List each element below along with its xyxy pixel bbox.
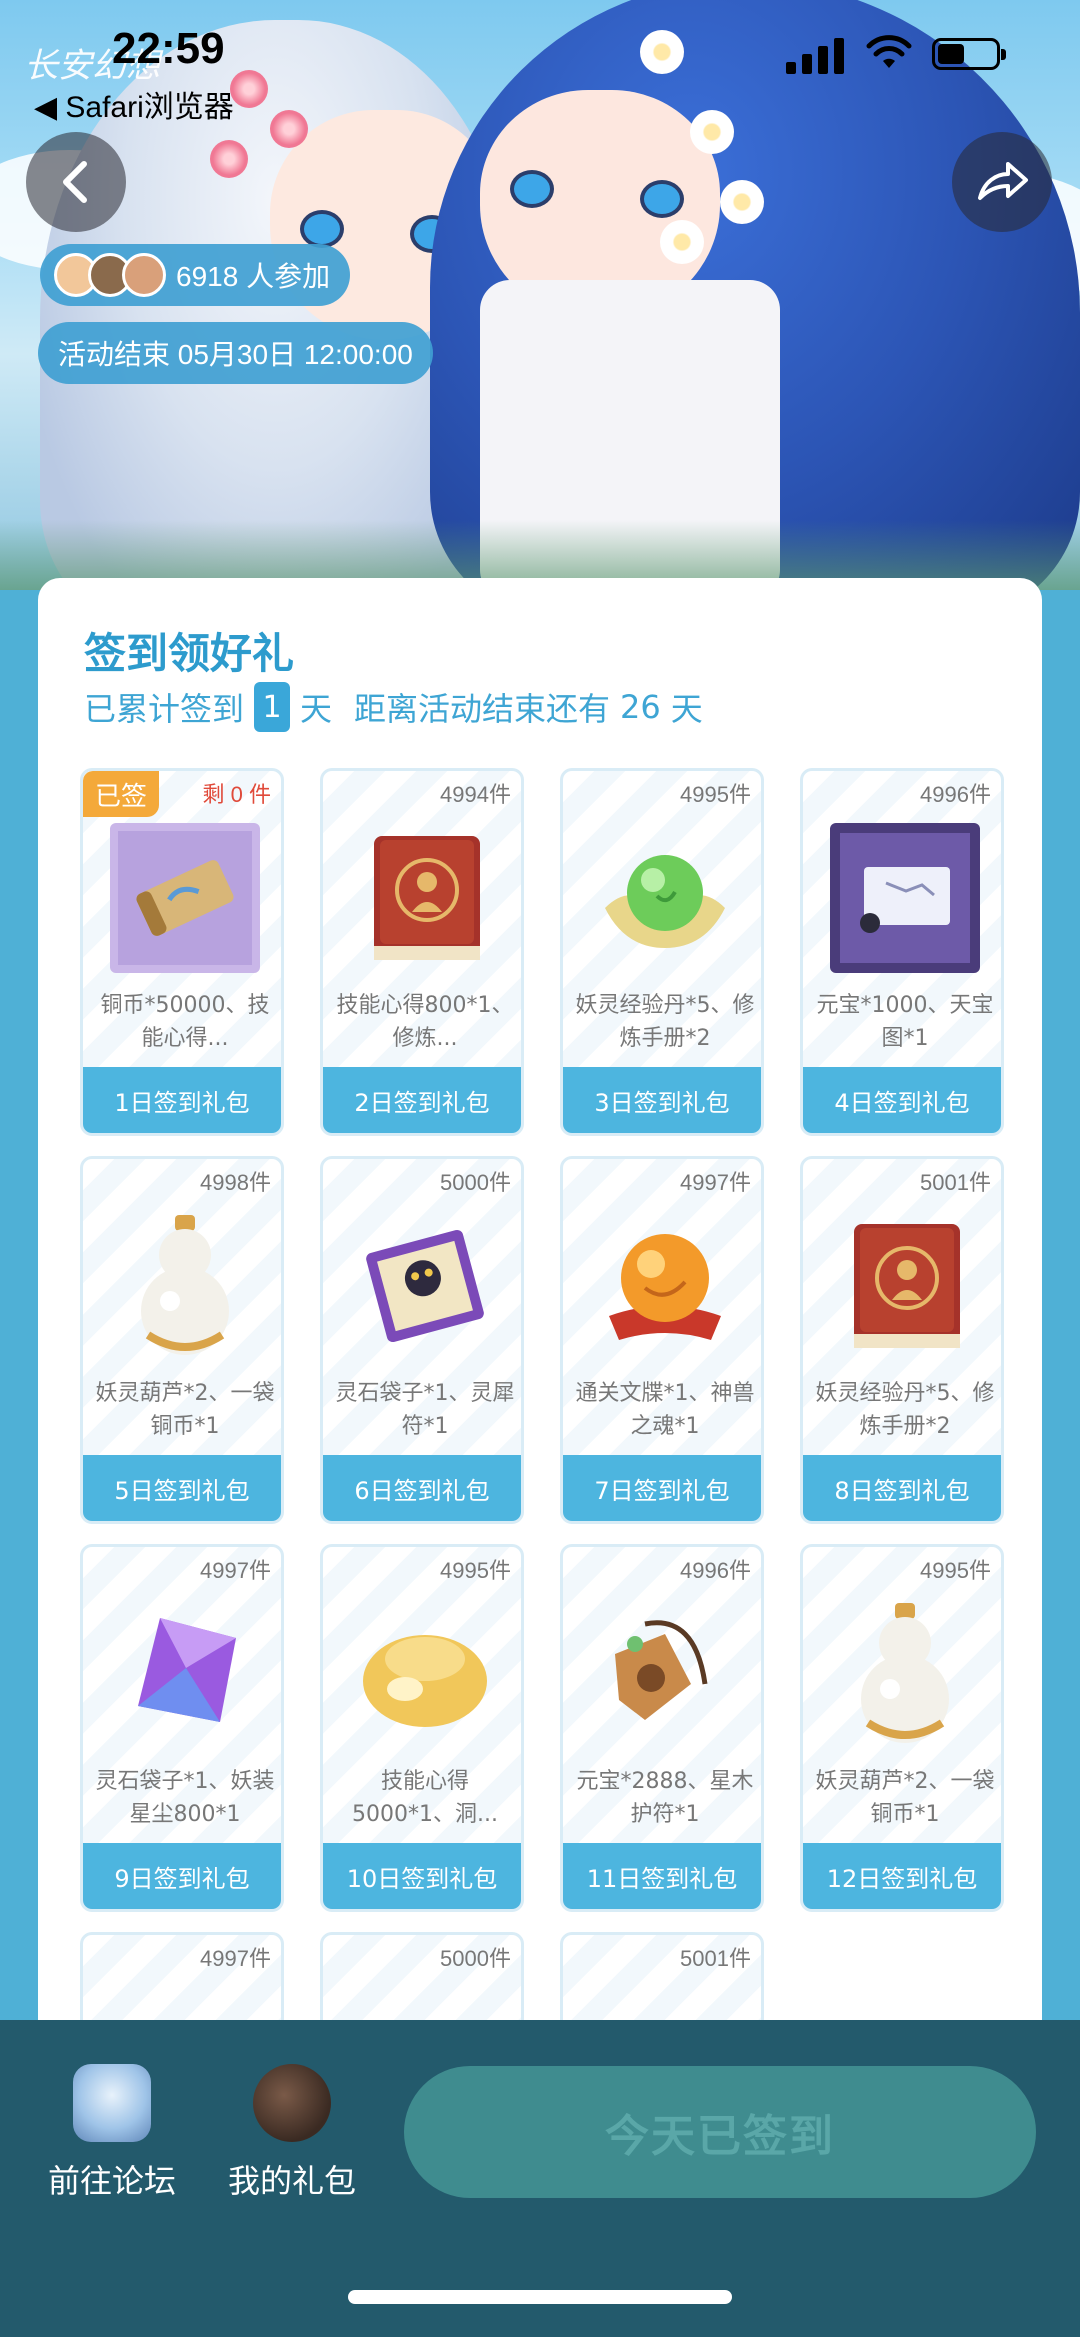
gift-description: 妖灵葫芦*2、一袋铜币*1 [95,1381,275,1439]
gift-card-day-4[interactable]: 4996件 元宝*1000、天宝图*1 4日签到礼包 [800,768,1004,1136]
green-pill-icon [590,823,740,973]
gift-description: 技能心得800*1、修炼... [336,993,514,1051]
hero-banner: 长安幻想 22:59 ◀ Safari浏览器 6918 人参加 活动结束 05月… [0,0,1080,590]
signed-tag: 已签 [83,771,159,817]
my-gifts-avatar-icon [253,2064,331,2142]
gift-card-day-8[interactable]: 5001件 妖灵经验丹*5、修炼手册*2 8日签到礼包 [800,1156,1004,1524]
gift-label: 12日签到礼包 [803,1843,1001,1909]
gift-label: 9日签到礼包 [83,1843,281,1909]
gold-pouch-icon [350,1599,500,1749]
signed-label: 已累计签到 [84,690,245,728]
avatar [122,253,166,297]
my-gifts-label: 我的礼包 [227,2162,356,2200]
gift-label: 11日签到礼包 [563,1843,761,1909]
gift-description: 妖灵经验丹*5、修炼手册*2 [815,1381,995,1439]
battery-icon [932,38,1006,70]
wood-charm-icon [590,1599,740,1749]
gift-stock: 4996件 [920,782,991,807]
signin-progress: 已累计签到 1 天 距离活动结束还有 26 天 [84,682,703,732]
gift-stock: 4995件 [920,1558,991,1583]
participants-badge: 6918 人参加 [40,244,351,306]
participants-count: 6918 人参加 [176,261,331,292]
card-title: 签到领好礼 [84,629,295,678]
remain-days-count: 26 [620,688,661,726]
participant-avatars [54,253,166,297]
crystal-icon [110,1599,260,1749]
gift-stock: 5000件 [440,1170,511,1195]
gift-stock: 4996件 [680,1558,751,1583]
gift-card-day-2[interactable]: 4994件 技能心得800*1、修炼... 2日签到礼包 [320,768,524,1136]
share-arrow-icon [978,162,1028,200]
gourd-icon [830,1599,980,1749]
gift-description: 灵石袋子*1、灵犀符*1 [335,1381,515,1439]
gift-stock: 4998件 [200,1170,271,1195]
gift-label: 10日签到礼包 [323,1843,521,1909]
status-time: 22:59 [112,24,225,73]
remain-day-unit: 天 [670,690,703,728]
gift-stock: 4997件 [200,1946,271,1971]
gift-card-day-11[interactable]: 4996件 元宝*2888、星木护符*1 11日签到礼包 [560,1544,764,1912]
gift-description: 元宝*2888、星木护符*1 [576,1769,754,1827]
signed-today-button[interactable]: 今天已签到 [404,2066,1036,2198]
gift-stock: 5001件 [680,1946,751,1971]
status-bar: 长安幻想 22:59 ◀ Safari浏览器 [0,24,1080,124]
gift-label: 5日签到礼包 [83,1455,281,1521]
chevron-left-icon [63,161,87,203]
my-gifts-button[interactable]: 我的礼包 [212,2064,372,2202]
gift-description: 妖灵经验丹*5、修炼手册*2 [575,993,755,1051]
gift-stock: 5001件 [920,1170,991,1195]
gift-stock: 4995件 [680,782,751,807]
gift-stock: 4994件 [440,782,511,807]
gift-stock: 4997件 [680,1170,751,1195]
home-indicator[interactable] [348,2290,732,2304]
gift-stock: 4995件 [440,1558,511,1583]
gift-label: 4日签到礼包 [803,1067,1001,1133]
gift-description: 灵石袋子*1、妖装星尘800*1 [95,1769,275,1827]
cellular-signal-icon [786,34,846,74]
skill-book-icon [830,1211,980,1361]
gift-label: 3日签到礼包 [563,1067,761,1133]
forum-label: 前往论坛 [47,2162,176,2200]
gift-label: 6日签到礼包 [323,1455,521,1521]
gift-description: 元宝*1000、天宝图*1 [816,993,994,1051]
back-button[interactable] [26,132,126,232]
gift-label: 8日签到礼包 [803,1455,1001,1521]
wifi-icon [866,35,912,68]
back-to-safari-link[interactable]: ◀ Safari浏览器 [34,82,234,126]
skill-book-icon [350,823,500,973]
gift-stock: 4997件 [200,1558,271,1583]
event-end-badge: 活动结束 05月30日 12:00:00 [38,322,433,384]
gift-card-day-12[interactable]: 4995件 妖灵葫芦*2、一袋铜币*1 12日签到礼包 [800,1544,1004,1912]
event-end-time: 活动结束 05月30日 12:00:00 [58,339,413,370]
orb-icon [590,1211,740,1361]
gift-card-day-6[interactable]: 5000件 灵石袋子*1、灵犀符*1 6日签到礼包 [320,1156,524,1524]
gift-stock: 5000件 [440,1946,511,1971]
remain-label: 距离活动结束还有 [354,690,611,728]
gift-label: 2日签到礼包 [323,1067,521,1133]
scroll-map-icon [830,823,980,973]
forum-button[interactable]: 前往论坛 [32,2064,192,2202]
gift-description: 通关文牒*1、神兽之魂*1 [575,1381,755,1439]
gourd-icon [110,1211,260,1361]
day-unit: 天 [300,690,333,728]
treasure-map-icon [110,823,260,973]
gift-description: 技能心得5000*1、洞... [352,1769,498,1827]
gift-card-day-3[interactable]: 4995件 妖灵经验丹*5、修炼手册*2 3日签到礼包 [560,768,764,1136]
gift-card-day-7[interactable]: 4997件 通关文牒*1、神兽之魂*1 7日签到礼包 [560,1156,764,1524]
signin-card: 签到领好礼 已累计签到 1 天 距离活动结束还有 26 天 已签 剩 0 件 铜… [38,578,1042,2078]
gift-card-day-9[interactable]: 4997件 灵石袋子*1、妖装星尘800*1 9日签到礼包 [80,1544,284,1912]
gift-card-day-10[interactable]: 4995件 技能心得5000*1、洞... 10日签到礼包 [320,1544,524,1912]
share-button[interactable] [952,132,1052,232]
forum-app-icon [73,2064,151,2142]
gift-card-day-1[interactable]: 已签 剩 0 件 铜币*50000、技能心得... 1日签到礼包 [80,768,284,1136]
gift-label: 7日签到礼包 [563,1455,761,1521]
gift-card-day-5[interactable]: 4998件 妖灵葫芦*2、一袋铜币*1 5日签到礼包 [80,1156,284,1524]
talisman-icon [350,1211,500,1361]
gift-description: 妖灵葫芦*2、一袋铜币*1 [815,1769,995,1827]
gift-stock: 剩 0 件 [202,782,271,807]
gift-description: 铜币*50000、技能心得... [100,993,270,1051]
gift-label: 1日签到礼包 [83,1067,281,1133]
signed-days-count: 1 [254,682,291,732]
